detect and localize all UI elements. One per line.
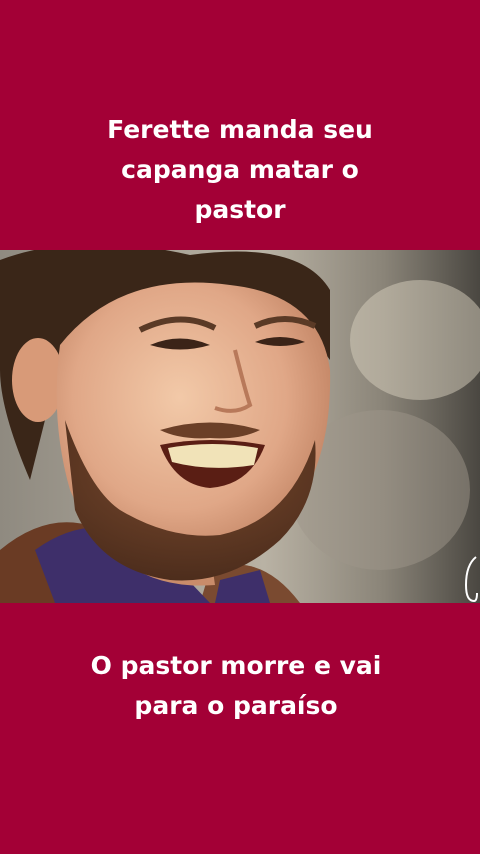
portrait-illustration xyxy=(0,250,480,603)
bottom-caption: O pastor morre e vai para o paraíso xyxy=(76,646,396,726)
video-frame[interactable] xyxy=(0,250,480,603)
top-caption-line-1: Ferette manda seu xyxy=(107,115,373,144)
top-caption-line-3: pastor xyxy=(194,195,286,224)
top-caption: Ferette manda seu capanga matar o pastor xyxy=(0,110,480,230)
bottom-caption-line-2: para o paraíso xyxy=(134,691,338,720)
watermark-icon xyxy=(464,556,478,603)
bottom-caption-line-1: O pastor morre e vai xyxy=(90,651,382,680)
top-caption-line-2: capanga matar o xyxy=(121,155,359,184)
